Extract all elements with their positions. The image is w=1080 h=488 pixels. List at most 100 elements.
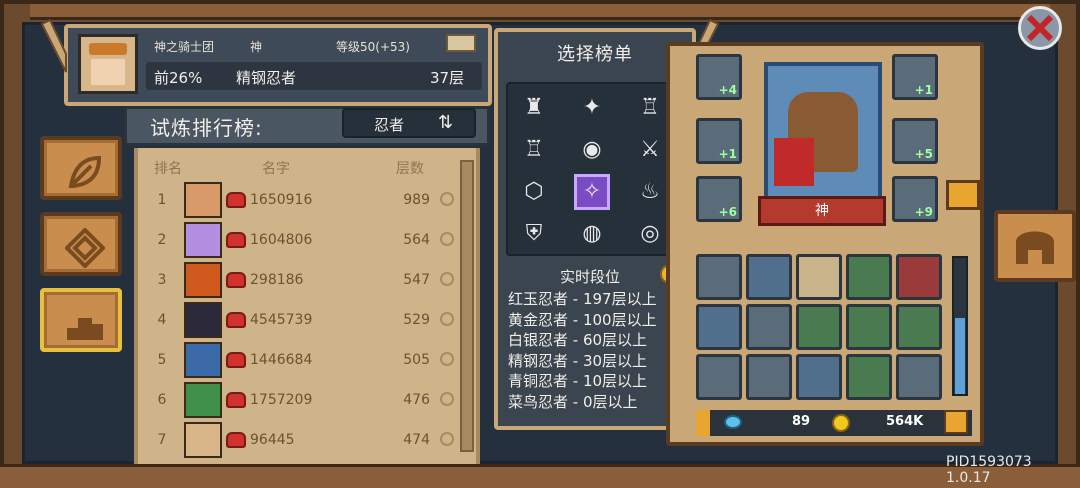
equipment-slot[interactable]: +6 <box>696 176 742 222</box>
guild-name: 神之骑士团 <box>154 40 215 54</box>
row-floor: 564 <box>403 232 430 248</box>
table-row[interactable]: 1 1650916 989 <box>150 182 460 218</box>
diamond-icon <box>65 228 105 268</box>
inspect-icon[interactable] <box>440 432 454 446</box>
inspect-icon[interactable] <box>440 272 454 286</box>
tab-leaderboard[interactable] <box>40 288 122 352</box>
inventory-item[interactable] <box>796 304 842 350</box>
equipment-slot[interactable]: +1 <box>696 118 742 164</box>
character-portrait[interactable] <box>764 62 882 216</box>
rogue-class-icon[interactable]: ✦ <box>574 90 610 126</box>
inventory-scroll-thumb[interactable] <box>955 318 965 394</box>
inventory-item[interactable] <box>796 354 842 400</box>
dropdown-value: 忍者 <box>374 116 405 134</box>
equipment-slot[interactable]: +4 <box>696 54 742 100</box>
table-scrollbar[interactable] <box>460 160 474 452</box>
tier-item: 青铜忍者 - 10层以上 <box>508 372 648 390</box>
row-player-id: 96445 <box>250 432 295 448</box>
slot-bonus: +9 <box>914 205 933 219</box>
inspect-icon[interactable] <box>440 312 454 326</box>
inventory-scrollbar[interactable] <box>952 256 968 396</box>
inventory-item[interactable] <box>746 254 792 300</box>
col-rank: 排名 <box>154 161 182 177</box>
slot-bonus: +5 <box>914 147 933 161</box>
inspect-icon[interactable] <box>440 352 454 366</box>
row-floor: 529 <box>403 312 430 328</box>
table-row[interactable]: 6 1757209 476 <box>150 382 460 418</box>
inventory-item[interactable] <box>846 354 892 400</box>
inventory-item[interactable] <box>846 254 892 300</box>
version-label: PID1593073 1.0.17 <box>946 454 1032 486</box>
table-row[interactable]: 2 1604806 564 <box>150 222 460 258</box>
inspect-icon[interactable] <box>440 192 454 206</box>
row-floor: 476 <box>403 392 430 408</box>
row-floor: 474 <box>403 432 430 448</box>
col-floor: 层数 <box>396 161 424 177</box>
inspect-icon[interactable] <box>440 392 454 406</box>
class-dropdown[interactable]: 忍者 ⇅ <box>342 108 476 138</box>
castle-class-icon[interactable]: ♖ <box>632 90 668 126</box>
table-row[interactable]: 7 96445 474 <box>150 422 460 458</box>
table-row[interactable]: 3 298186 547 <box>150 262 460 298</box>
gold-icon <box>832 414 850 432</box>
wood-top-beam <box>30 4 1050 20</box>
inventory-item[interactable] <box>696 304 742 350</box>
player-face-icon <box>184 342 222 378</box>
swirl-class-icon[interactable]: ◉ <box>574 132 610 168</box>
tier-item: 精钢忍者 - 30层以上 <box>508 351 648 370</box>
inventory-item[interactable] <box>696 354 742 400</box>
inventory-item[interactable] <box>896 254 942 300</box>
knight-class-icon[interactable]: ♜ <box>516 90 552 126</box>
vortex-class-icon[interactable]: ◍ <box>574 216 610 252</box>
inspect-icon[interactable] <box>440 232 454 246</box>
player-floor: 37层 <box>430 69 465 87</box>
inventory-item[interactable] <box>746 304 792 350</box>
shield-class-icon[interactable]: ⛨ <box>516 216 552 252</box>
flame-class-icon[interactable]: ♨ <box>632 174 668 210</box>
player-percentile: 前26% <box>154 69 203 87</box>
table-row[interactable]: 5 1446684 505 <box>150 342 460 378</box>
inventory-item[interactable] <box>896 304 942 350</box>
equipment-slot[interactable]: +9 <box>892 176 938 222</box>
player-face-icon <box>184 182 222 218</box>
table-row[interactable]: 4 4545739 529 <box>150 302 460 338</box>
ninja-class-icon[interactable]: ✧ <box>574 174 610 210</box>
row-floor: 989 <box>403 192 430 208</box>
helmet-button[interactable] <box>994 210 1076 282</box>
inventory-item[interactable] <box>796 254 842 300</box>
realtime-tier-title: 实时段位 <box>560 268 621 286</box>
board-icon-grid: ♜ ✦ ♖ ♖ ◉ ⚔ ⬡ ✧ ♨ ⛨ ◍ ◎ <box>506 82 686 256</box>
player-face-icon <box>184 382 222 418</box>
podium-icon <box>67 318 103 340</box>
inventory-item[interactable] <box>696 254 742 300</box>
row-player-id: 298186 <box>250 272 304 288</box>
card-icon[interactable] <box>446 34 476 52</box>
swap-icon: ⇅ <box>438 112 454 133</box>
equipment-slot[interactable]: +5 <box>892 118 938 164</box>
inventory-item[interactable] <box>846 304 892 350</box>
row-floor: 505 <box>403 352 430 368</box>
gem-count: 89 <box>792 414 811 429</box>
banner-tab-icon[interactable] <box>946 180 980 210</box>
inventory-item[interactable] <box>746 354 792 400</box>
tab-diamond[interactable] <box>40 212 122 276</box>
slot-bonus: +1 <box>718 147 737 161</box>
player-avatar[interactable] <box>78 34 138 94</box>
slash-class-icon[interactable]: ⚔ <box>632 132 668 168</box>
player-face-icon <box>184 302 222 338</box>
spiral-class-icon[interactable]: ◎ <box>632 216 668 252</box>
character-name-banner: 神 <box>758 196 886 226</box>
inventory-item[interactable] <box>896 354 942 400</box>
badge-class-icon[interactable]: ⬡ <box>516 174 552 210</box>
player-face-icon <box>184 222 222 258</box>
face-icon <box>91 59 125 85</box>
row-player-id: 4545739 <box>250 312 313 328</box>
menu-grid-icon[interactable] <box>944 410 968 434</box>
close-button[interactable] <box>1018 6 1062 50</box>
tower-class-icon[interactable]: ♖ <box>516 132 552 168</box>
clan-icon <box>226 432 246 448</box>
equipment-slot[interactable]: +1 <box>892 54 938 100</box>
tab-leaf[interactable] <box>40 136 122 200</box>
gem-icon <box>724 415 742 429</box>
tier-item: 菜鸟忍者 - 0层以上 <box>508 392 638 411</box>
